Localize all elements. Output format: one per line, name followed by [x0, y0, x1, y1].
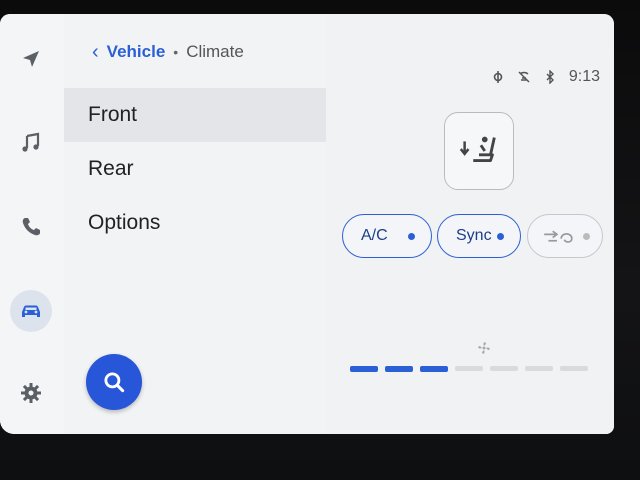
fan-speed-segment[interactable]: [385, 366, 413, 372]
fan-speed-segment[interactable]: [420, 366, 448, 372]
rail-settings[interactable]: [10, 372, 52, 414]
no-phone-icon: [518, 71, 530, 83]
sync-label: Sync: [456, 227, 492, 244]
recirculation-indicator: [583, 232, 590, 240]
gear-icon: [21, 383, 41, 403]
sync-toggle[interactable]: Sync: [437, 214, 521, 258]
breadcrumb: ‹ Vehicle • Climate: [92, 42, 244, 62]
fan-speed-segment[interactable]: [525, 366, 553, 371]
ac-indicator: [408, 232, 415, 240]
phone-icon: [22, 218, 40, 236]
ac-label: A/C: [361, 227, 388, 244]
infotainment-screen: ‹ Vehicle • Climate Front Rear Options 9…: [0, 14, 614, 434]
rail-phone[interactable]: [10, 206, 52, 248]
fan-speed-segment[interactable]: [455, 366, 483, 371]
status-bar: 9:13: [491, 68, 600, 86]
menu-item-options[interactable]: Options: [64, 196, 326, 250]
breadcrumb-vehicle[interactable]: Vehicle: [107, 42, 166, 62]
fan-speed-segment[interactable]: [560, 366, 588, 371]
signal-icon: [493, 71, 503, 83]
rail-navigation[interactable]: [10, 38, 52, 80]
app-rail: [0, 14, 65, 434]
car-icon: [22, 305, 40, 317]
fan-icon: [478, 342, 490, 354]
navigation-arrow-icon: [23, 51, 39, 67]
display-bezel: ‹ Vehicle • Climate Front Rear Options 9…: [0, 0, 640, 480]
climate-controls: 9:13 A/C Sync: [326, 14, 614, 434]
recirculation-toggle[interactable]: [527, 214, 603, 258]
ac-toggle[interactable]: A/C: [342, 214, 432, 258]
breadcrumb-separator: •: [173, 44, 179, 60]
breadcrumb-current: Climate: [186, 42, 244, 61]
recirculation-icon: [544, 230, 573, 243]
bluetooth-icon: [546, 70, 554, 84]
climate-menu-panel: ‹ Vehicle • Climate Front Rear Options: [64, 14, 326, 434]
menu-item-front[interactable]: Front: [64, 88, 326, 142]
clock: 9:13: [568, 68, 600, 85]
climate-menu: Front Rear Options: [64, 88, 326, 250]
search-icon: [104, 372, 125, 393]
fan-speed-slider[interactable]: [350, 366, 588, 372]
seat-airflow-mode-button[interactable]: [444, 112, 514, 190]
search-button[interactable]: [86, 354, 142, 410]
sync-indicator: [497, 232, 504, 240]
fan-speed-segment[interactable]: [350, 366, 378, 372]
rail-vehicle[interactable]: [10, 290, 52, 332]
menu-item-rear[interactable]: Rear: [64, 142, 326, 196]
back-chevron-icon[interactable]: ‹: [92, 42, 99, 62]
rail-media[interactable]: [10, 122, 52, 164]
music-note-icon: [22, 132, 40, 152]
seat-airflow-icon: [459, 136, 496, 163]
fan-speed-segment[interactable]: [490, 366, 518, 371]
